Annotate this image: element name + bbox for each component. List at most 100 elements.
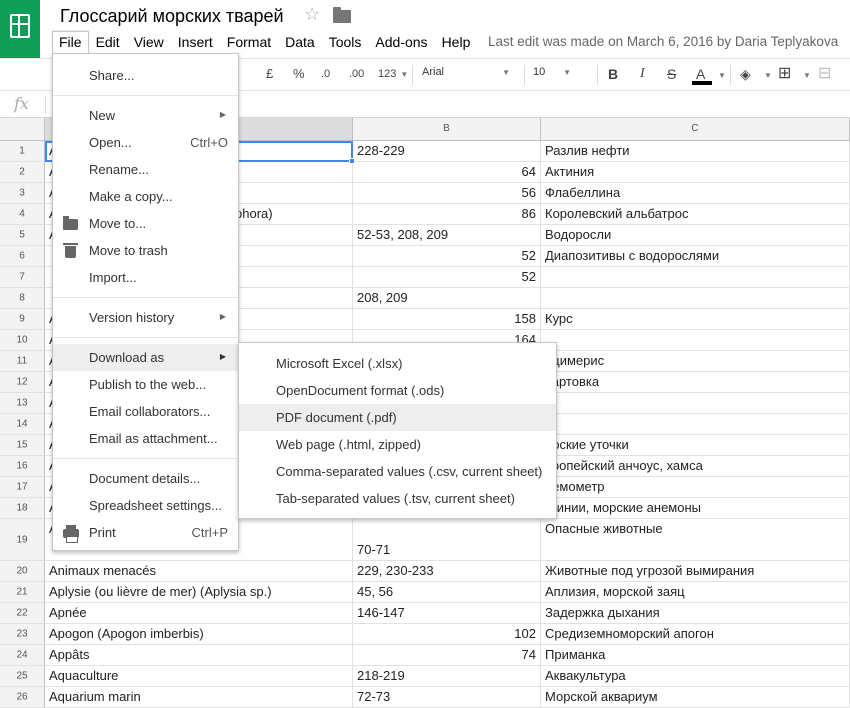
increase-decimal-button[interactable]: .00 xyxy=(349,68,364,80)
decrease-decimal-button[interactable]: .0 xyxy=(321,68,330,80)
cell-c[interactable] xyxy=(541,288,850,309)
more-formats-button[interactable]: 123 ▼ xyxy=(378,68,408,80)
menu-publish[interactable]: Publish to the web... xyxy=(53,371,238,398)
cell-a[interactable]: Appâts xyxy=(45,645,353,666)
menu-rename[interactable]: Rename... xyxy=(53,156,238,183)
cell-c[interactable] xyxy=(541,267,850,288)
cell-b[interactable]: 45, 56 xyxy=(353,582,541,603)
row-header[interactable]: 19 xyxy=(0,519,45,561)
menu-view[interactable]: View xyxy=(127,31,171,53)
row-header[interactable]: 15 xyxy=(0,435,45,456)
row-header[interactable]: 21 xyxy=(0,582,45,603)
cell-b[interactable]: 218-219 xyxy=(353,666,541,687)
menu-download-as[interactable]: Download as ▶ xyxy=(53,344,238,371)
cell-b[interactable]: 64 xyxy=(353,162,541,183)
document-title[interactable]: Глоссарий морских тварей xyxy=(60,6,284,27)
download-pdf[interactable]: PDF document (.pdf) xyxy=(239,404,556,431)
menu-new[interactable]: New ▶ xyxy=(53,102,238,129)
cell-c[interactable]: Флабеллина xyxy=(541,183,850,204)
menu-format[interactable]: Format xyxy=(220,31,278,53)
cell-a[interactable]: Apnée xyxy=(45,603,353,624)
cell-b[interactable]: 102 xyxy=(353,624,541,645)
menu-move-to[interactable]: Move to... xyxy=(53,210,238,237)
cell-c[interactable]: вропейский анчоус, хамса xyxy=(541,456,850,477)
cell-c[interactable]: Средиземноморский апогон xyxy=(541,624,850,645)
menu-email-attachment[interactable]: Email as attachment... xyxy=(53,425,238,452)
menu-make-copy[interactable]: Make a copy... xyxy=(53,183,238,210)
menu-tools[interactable]: Tools xyxy=(322,31,369,53)
row-header[interactable]: 6 xyxy=(0,246,45,267)
chevron-down-icon[interactable]: ▼ xyxy=(803,71,811,80)
currency-button[interactable]: £ xyxy=(266,66,273,81)
cell-c[interactable]: Морской аквариум xyxy=(541,687,850,708)
cell-b[interactable]: 229, 230-233 xyxy=(353,561,541,582)
cell-b[interactable]: 86 xyxy=(353,204,541,225)
row-header[interactable]: 26 xyxy=(0,687,45,708)
row-header[interactable]: 2 xyxy=(0,162,45,183)
column-header-c[interactable]: C xyxy=(541,118,850,141)
menu-print[interactable]: Print Ctrl+P xyxy=(53,519,238,546)
cell-b[interactable]: 158 xyxy=(353,309,541,330)
cell-b[interactable]: 228-229 xyxy=(353,141,541,162)
cell-c[interactable]: Опасные животные xyxy=(541,519,850,561)
download-xlsx[interactable]: Microsoft Excel (.xlsx) xyxy=(239,350,556,377)
cell-b[interactable]: 52 xyxy=(353,267,541,288)
cell-c[interactable] xyxy=(541,393,850,414)
cell-c[interactable]: Животные под угрозой вымирания xyxy=(541,561,850,582)
cell-a[interactable]: Aplysie (ou lièvre de mer) (Aplysia sp.) xyxy=(45,582,353,603)
cell-c[interactable]: Водоросли xyxy=(541,225,850,246)
font-select[interactable]: Arial ▼ xyxy=(422,66,516,78)
cell-b[interactable]: 72-73 xyxy=(353,687,541,708)
bold-button[interactable]: B xyxy=(608,66,618,82)
cell-c[interactable]: Актиния xyxy=(541,162,850,183)
italic-button[interactable]: I xyxy=(640,66,645,82)
menu-edit[interactable]: Edit xyxy=(89,31,127,53)
menu-document-details[interactable]: Document details... xyxy=(53,465,238,492)
fill-color-icon[interactable]: ◈ xyxy=(740,66,751,83)
cell-c[interactable]: ицимерис xyxy=(541,351,850,372)
download-csv[interactable]: Comma-separated values (.csv, current sh… xyxy=(239,458,556,485)
select-all-corner[interactable] xyxy=(0,118,45,141)
cell-c[interactable]: Разлив нефти xyxy=(541,141,850,162)
row-header[interactable]: 17 xyxy=(0,477,45,498)
menu-share[interactable]: Share... xyxy=(53,62,238,89)
row-header[interactable]: 11 xyxy=(0,351,45,372)
cell-c[interactable]: немометр xyxy=(541,477,850,498)
row-header[interactable]: 9 xyxy=(0,309,45,330)
cell-c[interactable]: Приманка xyxy=(541,645,850,666)
download-tsv[interactable]: Tab-separated values (.tsv, current shee… xyxy=(239,485,556,512)
percent-button[interactable]: % xyxy=(293,66,305,81)
row-header[interactable]: 22 xyxy=(0,603,45,624)
strikethrough-button[interactable]: S xyxy=(667,66,676,82)
last-edit-link[interactable]: Last edit was made on March 6, 2016 by D… xyxy=(488,34,838,49)
chevron-down-icon[interactable]: ▼ xyxy=(718,71,726,80)
chevron-down-icon[interactable]: ▼ xyxy=(764,71,772,80)
cell-c[interactable]: Аплизия, морской заяц xyxy=(541,582,850,603)
cell-b[interactable]: 52 xyxy=(353,246,541,267)
cell-c[interactable]: Задержка дыхания xyxy=(541,603,850,624)
column-header-b[interactable]: B xyxy=(353,118,541,141)
cell-b[interactable]: 70-71 xyxy=(353,519,541,561)
merge-cells-icon[interactable]: ⊟ xyxy=(818,63,831,83)
menu-addons[interactable]: Add-ons xyxy=(368,31,434,53)
cell-b[interactable]: 146-147 xyxy=(353,603,541,624)
row-header[interactable]: 8 xyxy=(0,288,45,309)
row-header[interactable]: 5 xyxy=(0,225,45,246)
row-header[interactable]: 25 xyxy=(0,666,45,687)
row-header[interactable]: 12 xyxy=(0,372,45,393)
cell-c[interactable]: орские уточки xyxy=(541,435,850,456)
cell-c[interactable]: Курс xyxy=(541,309,850,330)
borders-icon[interactable]: ⊞ xyxy=(778,63,791,83)
cell-c[interactable] xyxy=(541,330,850,351)
row-header[interactable]: 4 xyxy=(0,204,45,225)
text-color-button[interactable]: A xyxy=(696,66,705,82)
download-ods[interactable]: OpenDocument format (.ods) xyxy=(239,377,556,404)
cell-c[interactable]: ктинии, морские анемоны xyxy=(541,498,850,519)
row-header[interactable]: 7 xyxy=(0,267,45,288)
row-header[interactable]: 23 xyxy=(0,624,45,645)
menu-file[interactable]: File xyxy=(52,31,89,53)
font-size-select[interactable]: 10 ▼ xyxy=(533,66,573,78)
row-header[interactable]: 24 xyxy=(0,645,45,666)
row-header[interactable]: 18 xyxy=(0,498,45,519)
cell-a[interactable]: Apogon (Apogon imberbis) xyxy=(45,624,353,645)
